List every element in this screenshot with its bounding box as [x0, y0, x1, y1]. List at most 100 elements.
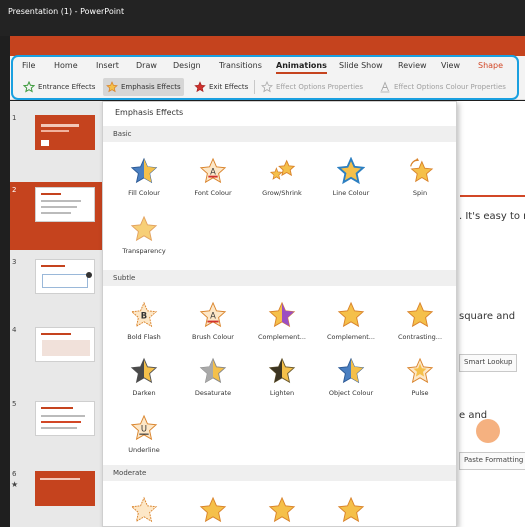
section-moderate-header: Moderate [103, 465, 456, 481]
star-fill-colour-icon [130, 157, 158, 184]
effect-label: Brush Colour [192, 333, 234, 341]
star-complementary-icon [268, 301, 296, 328]
svg-text:B: B [141, 311, 147, 321]
star-underline-icon: U [130, 414, 158, 441]
tab-slide-show[interactable]: Slide Show [339, 61, 383, 70]
ribbon-separator [254, 80, 255, 94]
effect-object-colour[interactable]: Object Colour [318, 357, 384, 407]
effect-underline[interactable]: U Underline [111, 414, 177, 464]
star-pulse-icon [406, 357, 434, 384]
star-complementary-2-icon [337, 301, 365, 328]
effect-line-colour[interactable]: Line Colour [318, 157, 384, 207]
effect-options-colour-button[interactable]: Effect Options Colour Properties [376, 78, 509, 96]
slide-text-line: square and [459, 311, 516, 322]
slide-number: 3 [12, 258, 17, 266]
effect-label: Font Colour [194, 189, 232, 197]
star-brush-colour-icon: A [199, 301, 227, 328]
effect-label: Underline [128, 446, 160, 454]
slide-thumbnail-5[interactable]: 5 [10, 396, 102, 464]
effect-grow-shrink[interactable]: Grow/Shrink [249, 157, 315, 207]
slide-thumbnail-3[interactable]: 3 [10, 254, 102, 322]
effect-lighten[interactable]: Lighten [249, 357, 315, 407]
effect-options-label: Effect Options Properties [276, 83, 363, 91]
effect-label: Lighten [269, 389, 295, 397]
effect-label: Grow/Shrink [262, 189, 302, 197]
gallery-title: Emphasis Effects [115, 108, 184, 117]
slide-number: 5 [12, 400, 17, 408]
effect-moderate-4[interactable] [318, 496, 384, 526]
effect-brush-colour[interactable]: A Brush Colour [180, 301, 246, 351]
effect-label: Pulse [411, 389, 429, 397]
pointer-indicator [476, 419, 500, 443]
effect-moderate-2[interactable] [180, 496, 246, 526]
star-darken-icon [130, 357, 158, 384]
section-subtle-header: Subtle [103, 270, 456, 286]
effect-label: Line Colour [332, 189, 370, 197]
star-moderate-4-icon [337, 496, 365, 523]
paste-formatting-button[interactable]: Paste Formatting [459, 452, 525, 470]
slide-preview [35, 327, 95, 362]
tab-view[interactable]: View [441, 61, 460, 70]
star-transparency-icon [130, 215, 158, 242]
star-line-colour-icon [337, 157, 365, 185]
effect-label: Object Colour [328, 389, 374, 397]
exit-effects-button[interactable]: Exit Effects [191, 78, 251, 96]
effect-contrasting[interactable]: Contrasting... [387, 301, 453, 351]
svg-text:A: A [210, 167, 216, 177]
slide-preview [35, 187, 95, 222]
tab-design[interactable]: Design [173, 61, 201, 70]
font-colour-a-icon [380, 81, 390, 93]
effect-desaturate[interactable]: Desaturate [180, 357, 246, 407]
effect-darken[interactable]: Darken [111, 357, 177, 407]
effect-moderate-1[interactable] [111, 496, 177, 526]
emphasis-star-icon [106, 81, 118, 93]
entrance-effects-label: Entrance Effects [38, 83, 96, 91]
tab-file[interactable]: File [22, 61, 35, 70]
star-moderate-3-icon [268, 496, 296, 523]
effect-font-colour[interactable]: A Font Colour [180, 157, 246, 207]
smart-lookup-button[interactable]: Smart Lookup [459, 354, 518, 372]
slide-preview [35, 259, 95, 294]
effect-label: Spin [412, 189, 428, 197]
effect-spin[interactable]: Spin [387, 157, 453, 207]
effect-label: Contrasting... [397, 333, 443, 341]
effect-complementary[interactable]: Complement... [249, 301, 315, 351]
star-grow-shrink-icon [269, 159, 296, 180]
tab-insert[interactable]: Insert [96, 61, 119, 70]
effect-label: Complement... [327, 333, 375, 341]
effect-moderate-3[interactable] [249, 496, 315, 526]
effect-options-star-icon [261, 81, 273, 93]
tab-draw[interactable]: Draw [136, 61, 157, 70]
effect-label: Complement... [258, 333, 306, 341]
entrance-star-icon [23, 81, 35, 93]
slide-text-line: . It's easy to m [459, 211, 525, 222]
slide-thumbnail-4[interactable]: 4 [10, 322, 102, 390]
effect-bold-flash[interactable]: B Bold Flash [111, 301, 177, 351]
tab-animations[interactable]: Animations [276, 61, 327, 74]
slide-accent-line [460, 195, 525, 197]
star-desaturate-icon [199, 357, 227, 384]
effect-transparency[interactable]: Transparency [111, 215, 177, 265]
section-basic-header: Basic [103, 126, 456, 142]
entrance-effects-button[interactable]: Entrance Effects [20, 78, 98, 96]
tab-review[interactable]: Review [398, 61, 427, 70]
effect-label: Transparency [122, 247, 166, 255]
tab-shape[interactable]: Shape [478, 61, 503, 70]
slide-number: 1 [12, 114, 17, 122]
window-title: Presentation (1) - PowerPoint [8, 7, 125, 16]
effect-complementary-2[interactable]: Complement... [318, 301, 384, 351]
emphasis-effects-button[interactable]: Emphasis Effects [103, 78, 184, 96]
slide-thumbnail-6[interactable]: 6 ★ [10, 466, 102, 527]
effect-pulse[interactable]: Pulse [387, 357, 453, 407]
tab-home[interactable]: Home [54, 61, 78, 70]
slide-thumbnail-2[interactable]: 2 [10, 182, 102, 250]
exit-star-icon [194, 81, 206, 93]
star-contrasting-icon [406, 301, 434, 328]
slide-thumbnail-1[interactable]: 1 [10, 110, 102, 178]
effect-options-button[interactable]: Effect Options Properties [258, 78, 366, 96]
effect-label: Desaturate [194, 389, 232, 397]
star-bold-flash-icon: B [130, 301, 158, 328]
effect-fill-colour[interactable]: Fill Colour [111, 157, 177, 207]
slide-number: 2 [12, 186, 17, 194]
tab-transitions[interactable]: Transitions [219, 61, 262, 70]
